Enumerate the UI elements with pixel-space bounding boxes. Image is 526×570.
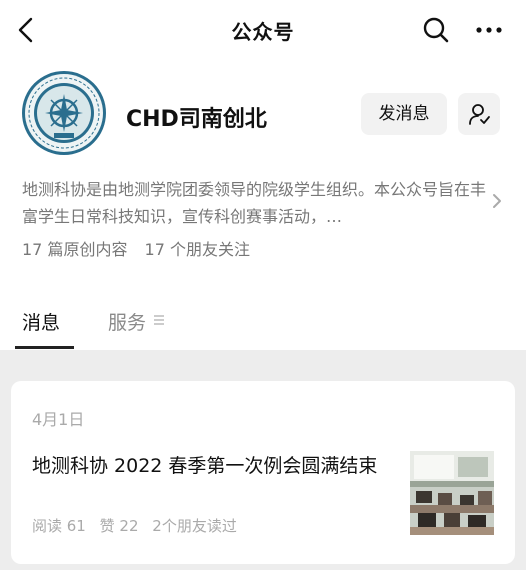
chevron-right-icon[interactable]	[491, 192, 503, 210]
read-count: 阅读 61	[32, 517, 86, 535]
account-description[interactable]: 地测科协是由地测学院团委领导的院级学生组织。本公众号旨在丰富学生日常科技知识，宣…	[22, 176, 488, 230]
article-thumbnail[interactable]	[410, 451, 494, 535]
article-card[interactable]: 4月1日 地测科协 2022 春季第一次例会圆满结束 阅读 61 赞 22 2个…	[11, 381, 515, 564]
profile-icon	[469, 104, 490, 125]
friends-following: 17 个朋友关注	[144, 240, 250, 259]
original-count: 17 篇原创内容	[22, 240, 128, 259]
article-title[interactable]: 地测科协 2022 春季第一次例会圆满结束	[32, 452, 402, 480]
like-count: 赞 22	[99, 517, 139, 535]
send-message-button[interactable]: 发消息	[361, 93, 447, 135]
account-stats: 17 篇原创内容 17 个朋友关注	[22, 236, 262, 260]
tab-active-indicator	[15, 346, 74, 349]
account-name: CHD司南创北	[126, 107, 267, 132]
profile-button[interactable]	[458, 93, 500, 135]
friends-read: 2个朋友读过	[152, 517, 237, 535]
more-icon[interactable]	[474, 16, 504, 44]
article-date: 4月1日	[32, 410, 85, 429]
article-meta: 阅读 61 赞 22 2个朋友读过	[32, 515, 246, 536]
tab-messages[interactable]: 消息	[22, 308, 60, 335]
account-logo[interactable]	[21, 70, 107, 156]
nav-bar: 公众号	[0, 0, 526, 60]
menu-icon	[154, 315, 164, 325]
search-icon[interactable]	[422, 16, 450, 44]
tab-services[interactable]: 服务	[108, 308, 146, 335]
